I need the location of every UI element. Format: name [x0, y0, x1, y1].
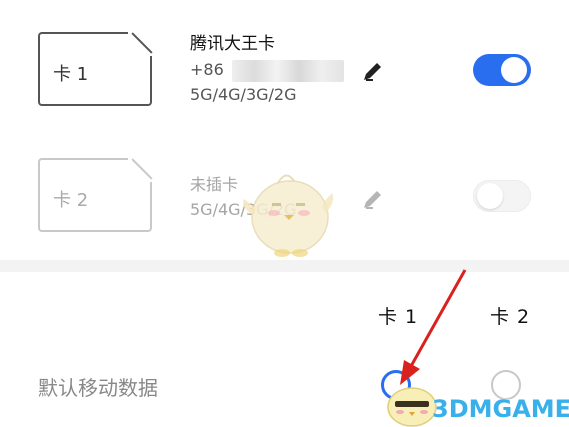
redacted-number	[231, 59, 344, 82]
col-header-card2: 卡 2	[490, 306, 531, 328]
pencil-icon[interactable]	[360, 58, 386, 84]
sim1-info[interactable]: 腾讯大王卡 +86 5G/4G/3G/2G	[190, 32, 344, 107]
section-divider	[0, 260, 569, 272]
toggle-knob	[477, 183, 503, 209]
pencil-icon	[360, 186, 386, 212]
sim1-phone-prefix: +86	[190, 60, 224, 79]
sim-card-icon: 卡 2	[38, 158, 153, 232]
sim-card-icon: 卡 1	[38, 32, 153, 106]
sim2-card-label: 卡 2	[53, 190, 89, 211]
sim1-toggle[interactable]	[473, 54, 531, 86]
sim1-row: 卡 1 腾讯大王卡 +86 5G/4G/3G/2G	[0, 0, 569, 130]
sim1-phone: +86	[190, 57, 344, 82]
sim1-card-label: 卡 1	[53, 64, 89, 85]
toggle-knob	[501, 57, 527, 83]
default-data-label: 默认移动数据	[38, 376, 158, 400]
sim1-carrier: 腾讯大王卡	[190, 34, 275, 54]
col-header-card1: 卡 1	[378, 306, 419, 328]
mascot-watermark-icon	[243, 174, 334, 257]
sim1-network: 5G/4G/3G/2G	[190, 85, 297, 104]
watermark-text: 3DMGAME	[432, 395, 569, 423]
sim2-toggle[interactable]	[473, 180, 531, 212]
